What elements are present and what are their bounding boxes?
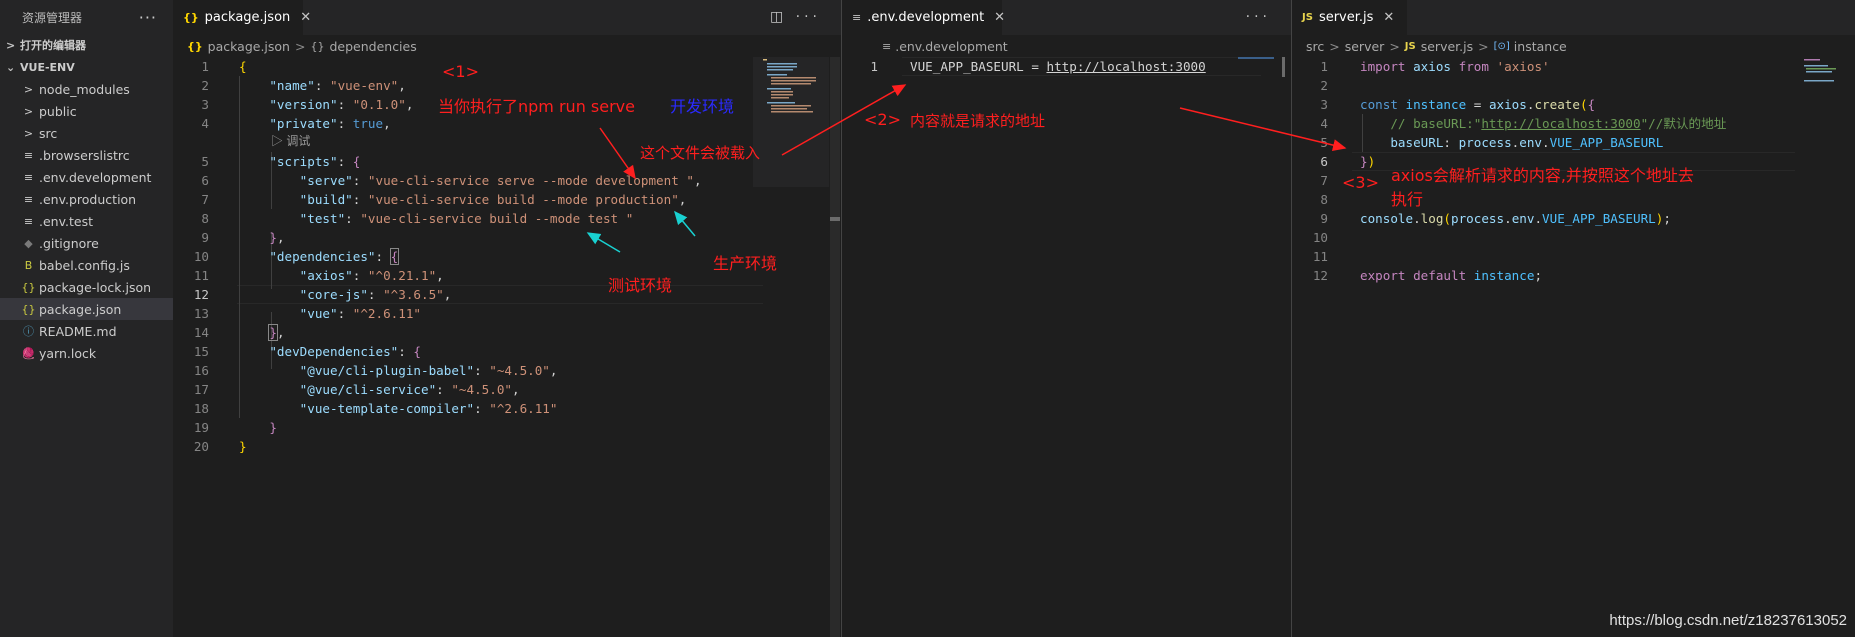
arrow-to-baseurl [1179, 107, 1347, 152]
annotation-test: 测试环境 [608, 276, 673, 295]
annotation-request-address: 内容就是请求的地址 [910, 112, 1046, 130]
watermark: https://blog.csdn.net/z18237613052 [1609, 612, 1847, 629]
annotation-file-loaded: 这个文件会被载入 [640, 144, 761, 162]
annotation-number-1: <1> [442, 62, 479, 81]
annotation-axios-parse: axios会解析请求的内容,并按照这个地址去 [1391, 166, 1694, 185]
annotation-npm-run-serve: 当你执行了npm run serve [438, 97, 635, 116]
annotation-execute: 执行 [1391, 190, 1424, 209]
annotation-number-2: <2> [864, 110, 901, 129]
annotation-arrows [586, 84, 1347, 253]
annotation-dev-env: 开发环境 [670, 97, 735, 116]
arrow-to-build [674, 210, 696, 237]
arrow-to-serve [599, 127, 636, 180]
arrow-to-test [586, 232, 621, 253]
annotation-number-3: <3> [1342, 173, 1379, 192]
annotation-production: 生产环境 [713, 254, 778, 273]
